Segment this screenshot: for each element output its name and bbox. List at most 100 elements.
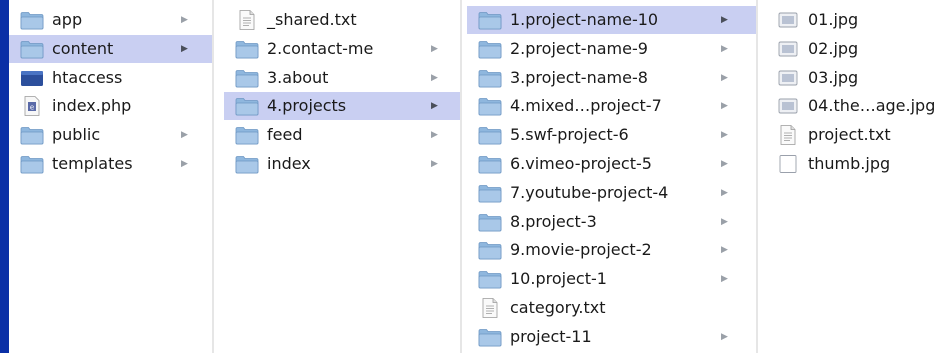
image-file-icon — [776, 39, 800, 59]
list-item[interactable]: 9.movie-project-2 ▶ — [467, 236, 756, 264]
disclosure-arrow-icon[interactable]: ▶ — [431, 121, 438, 149]
disclosure-arrow-icon[interactable]: ▶ — [181, 150, 188, 178]
item-label: 10.project-1 — [510, 269, 607, 289]
list-item[interactable]: 03.jpg — [765, 64, 952, 92]
list-item[interactable]: _shared.txt — [224, 6, 460, 34]
folder-icon — [235, 39, 259, 59]
folder-icon — [235, 125, 259, 145]
list-item[interactable]: 3.about ▶ — [224, 64, 460, 92]
folder-icon — [478, 154, 502, 174]
column-root: app ▶ content ▶ htaccess e index.php public ▶ tem… — [9, 0, 212, 353]
list-item[interactable]: 04.the…age.jpg — [765, 92, 952, 120]
disclosure-arrow-icon[interactable]: ▶ — [431, 64, 438, 92]
disclosure-arrow-icon[interactable]: ▶ — [721, 92, 728, 120]
item-label: 8.project-3 — [510, 211, 597, 231]
item-label: 4.mixed…project-7 — [510, 96, 662, 116]
folder-icon — [478, 96, 502, 116]
folder-icon — [20, 125, 44, 145]
item-label: public — [52, 125, 101, 145]
item-label: 9.movie-project-2 — [510, 240, 652, 260]
item-label: index.php — [52, 96, 132, 116]
folder-icon — [20, 154, 44, 174]
text-file-icon — [478, 298, 502, 318]
folder-icon — [478, 68, 502, 88]
folder-icon — [478, 39, 502, 59]
disclosure-arrow-icon[interactable]: ▶ — [181, 35, 188, 63]
folder-icon — [478, 240, 502, 260]
disclosure-arrow-icon[interactable]: ▶ — [721, 6, 728, 34]
disclosure-arrow-icon[interactable]: ▶ — [721, 236, 728, 264]
list-item[interactable]: 7.youtube-project-4 ▶ — [467, 179, 756, 207]
list-item[interactable]: 02.jpg — [765, 35, 952, 63]
php-file-icon: e — [20, 96, 44, 117]
list-item[interactable]: feed ▶ — [224, 121, 460, 149]
item-label: content — [52, 38, 114, 58]
folder-icon — [478, 125, 502, 145]
item-label: project-11 — [510, 326, 592, 346]
item-label: 04.the…age.jpg — [808, 96, 936, 116]
disclosure-arrow-icon[interactable]: ▶ — [431, 150, 438, 178]
list-item[interactable]: 8.project-3 ▶ — [467, 208, 756, 236]
list-item[interactable]: 3.project-name-8 ▶ — [467, 64, 756, 92]
item-label: app — [52, 10, 83, 29]
column-content: _shared.txt 2.contact-me ▶ 3.about ▶ 4.projec… — [224, 0, 460, 353]
list-item[interactable]: 5.swf-project-6 ▶ — [467, 121, 756, 149]
list-item[interactable]: project-11 ▶ — [467, 323, 756, 351]
disclosure-arrow-icon[interactable]: ▶ — [721, 150, 728, 178]
disclosure-arrow-icon[interactable]: ▶ — [721, 179, 728, 207]
disclosure-arrow-icon[interactable]: ▶ — [721, 208, 728, 236]
list-item[interactable]: app ▶ — [9, 6, 212, 34]
item-label: 4.projects — [267, 96, 347, 116]
list-item[interactable]: 10.project-1 ▶ — [467, 265, 756, 293]
disclosure-arrow-icon[interactable]: ▶ — [431, 35, 438, 63]
item-label: 01.jpg — [808, 10, 859, 29]
column-divider[interactable] — [212, 0, 214, 353]
list-item[interactable]: 4.projects ▶ — [224, 92, 460, 121]
list-item[interactable]: 01.jpg — [765, 6, 952, 34]
list-item[interactable]: content ▶ — [9, 34, 212, 63]
text-file-icon — [235, 10, 259, 30]
disclosure-arrow-icon[interactable]: ▶ — [721, 35, 728, 63]
list-item[interactable]: 6.vimeo-project-5 ▶ — [467, 150, 756, 178]
item-label: 1.project-name-10 — [510, 10, 659, 29]
disclosure-arrow-icon[interactable]: ▶ — [431, 92, 438, 120]
column-project-files: 01.jpg 02.jpg 03.jpg 04.the…age.jpg project.… — [765, 0, 952, 353]
column-divider[interactable] — [460, 0, 462, 353]
list-item[interactable]: index ▶ — [224, 150, 460, 178]
item-label: templates — [52, 154, 133, 173]
folder-icon — [235, 68, 259, 88]
text-file-icon — [776, 125, 800, 146]
disclosure-arrow-icon[interactable]: ▶ — [181, 6, 188, 34]
disclosure-arrow-icon[interactable]: ▶ — [721, 323, 728, 351]
item-label: 7.youtube-project-4 — [510, 182, 669, 202]
blank-file-icon — [776, 154, 800, 174]
folder-icon — [20, 10, 44, 30]
folder-icon — [478, 327, 502, 347]
item-label: feed — [267, 125, 303, 145]
item-label: category.txt — [510, 298, 606, 317]
list-item[interactable]: 2.contact-me ▶ — [224, 35, 460, 63]
item-label: _shared.txt — [267, 10, 357, 29]
list-item[interactable]: e index.php — [9, 92, 212, 120]
list-item[interactable]: 1.project-name-10 ▶ — [467, 6, 756, 34]
image-file-icon — [776, 10, 800, 30]
list-item[interactable]: 2.project-name-9 ▶ — [467, 35, 756, 63]
list-item[interactable]: htaccess — [9, 64, 212, 92]
list-item[interactable]: category.txt — [467, 294, 756, 322]
disclosure-arrow-icon[interactable]: ▶ — [721, 64, 728, 92]
item-label: 02.jpg — [808, 38, 859, 58]
item-label: 3.project-name-8 — [510, 67, 648, 87]
list-item[interactable]: project.txt — [765, 121, 952, 149]
disclosure-arrow-icon[interactable]: ▶ — [721, 265, 728, 293]
disclosure-arrow-icon[interactable]: ▶ — [181, 121, 188, 149]
list-item[interactable]: public ▶ — [9, 121, 212, 149]
folder-icon — [235, 154, 259, 174]
column-divider[interactable] — [756, 0, 758, 353]
item-label: 3.about — [267, 67, 329, 87]
list-item[interactable]: thumb.jpg — [765, 150, 952, 178]
item-label: 03.jpg — [808, 67, 859, 87]
list-item[interactable]: 4.mixed…project-7 ▶ — [467, 92, 756, 120]
item-label: thumb.jpg — [808, 154, 891, 173]
list-item[interactable]: templates ▶ — [9, 150, 212, 178]
disclosure-arrow-icon[interactable]: ▶ — [721, 121, 728, 149]
